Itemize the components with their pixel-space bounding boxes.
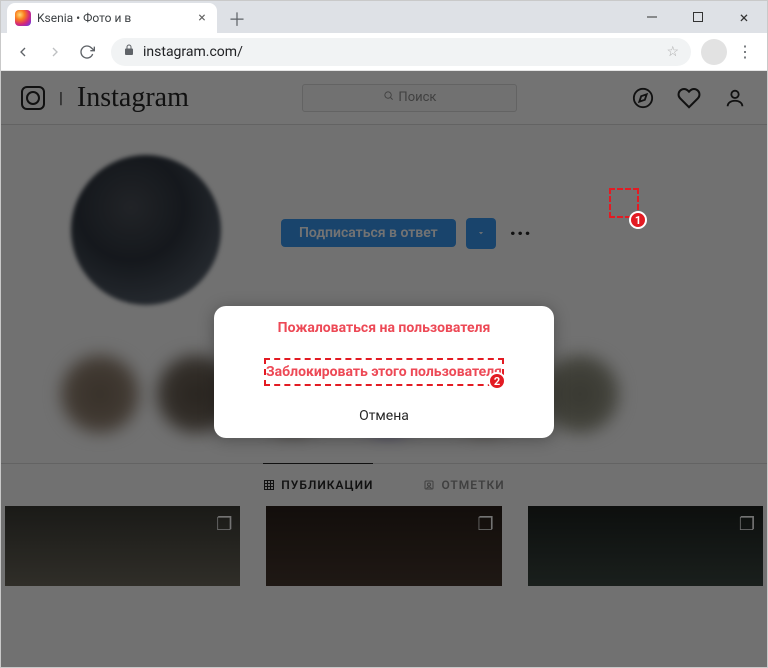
annotation-badge-2: 2: [488, 372, 506, 390]
bookmark-star-icon[interactable]: ☆: [666, 44, 679, 60]
profile-avatar-button[interactable]: [701, 39, 727, 65]
address-bar: instagram.com/ ☆ ⋮: [1, 33, 767, 71]
close-tab-icon[interactable]: ×: [195, 11, 209, 25]
lock-icon: [123, 44, 135, 59]
url-text: instagram.com/: [143, 44, 243, 60]
annotation-badge-1: 1: [629, 211, 647, 229]
browser-menu-button[interactable]: ⋮: [731, 38, 759, 66]
new-tab-button[interactable]: ＋: [223, 5, 251, 33]
tab-title: Ksenia • Фото и в: [37, 11, 189, 25]
address-field[interactable]: instagram.com/ ☆: [111, 38, 691, 66]
window-close-button[interactable]: ×: [721, 1, 767, 33]
instagram-favicon-icon: [15, 10, 31, 26]
report-user-button[interactable]: Пожаловаться на пользователя: [214, 306, 554, 350]
user-options-modal: Пожаловаться на пользователя Заблокирова…: [214, 306, 554, 438]
window-title-bar: Ksenia • Фото и в × ＋ ×: [1, 1, 767, 33]
cancel-button[interactable]: Отмена: [214, 394, 554, 438]
reload-button[interactable]: [73, 38, 101, 66]
browser-tab[interactable]: Ksenia • Фото и в ×: [7, 3, 217, 33]
page-content: | Instagram Поиск: [1, 71, 767, 667]
window-minimize-button[interactable]: [629, 1, 675, 33]
back-button[interactable]: [9, 38, 37, 66]
window-maximize-button[interactable]: [675, 1, 721, 33]
forward-button[interactable]: [41, 38, 69, 66]
